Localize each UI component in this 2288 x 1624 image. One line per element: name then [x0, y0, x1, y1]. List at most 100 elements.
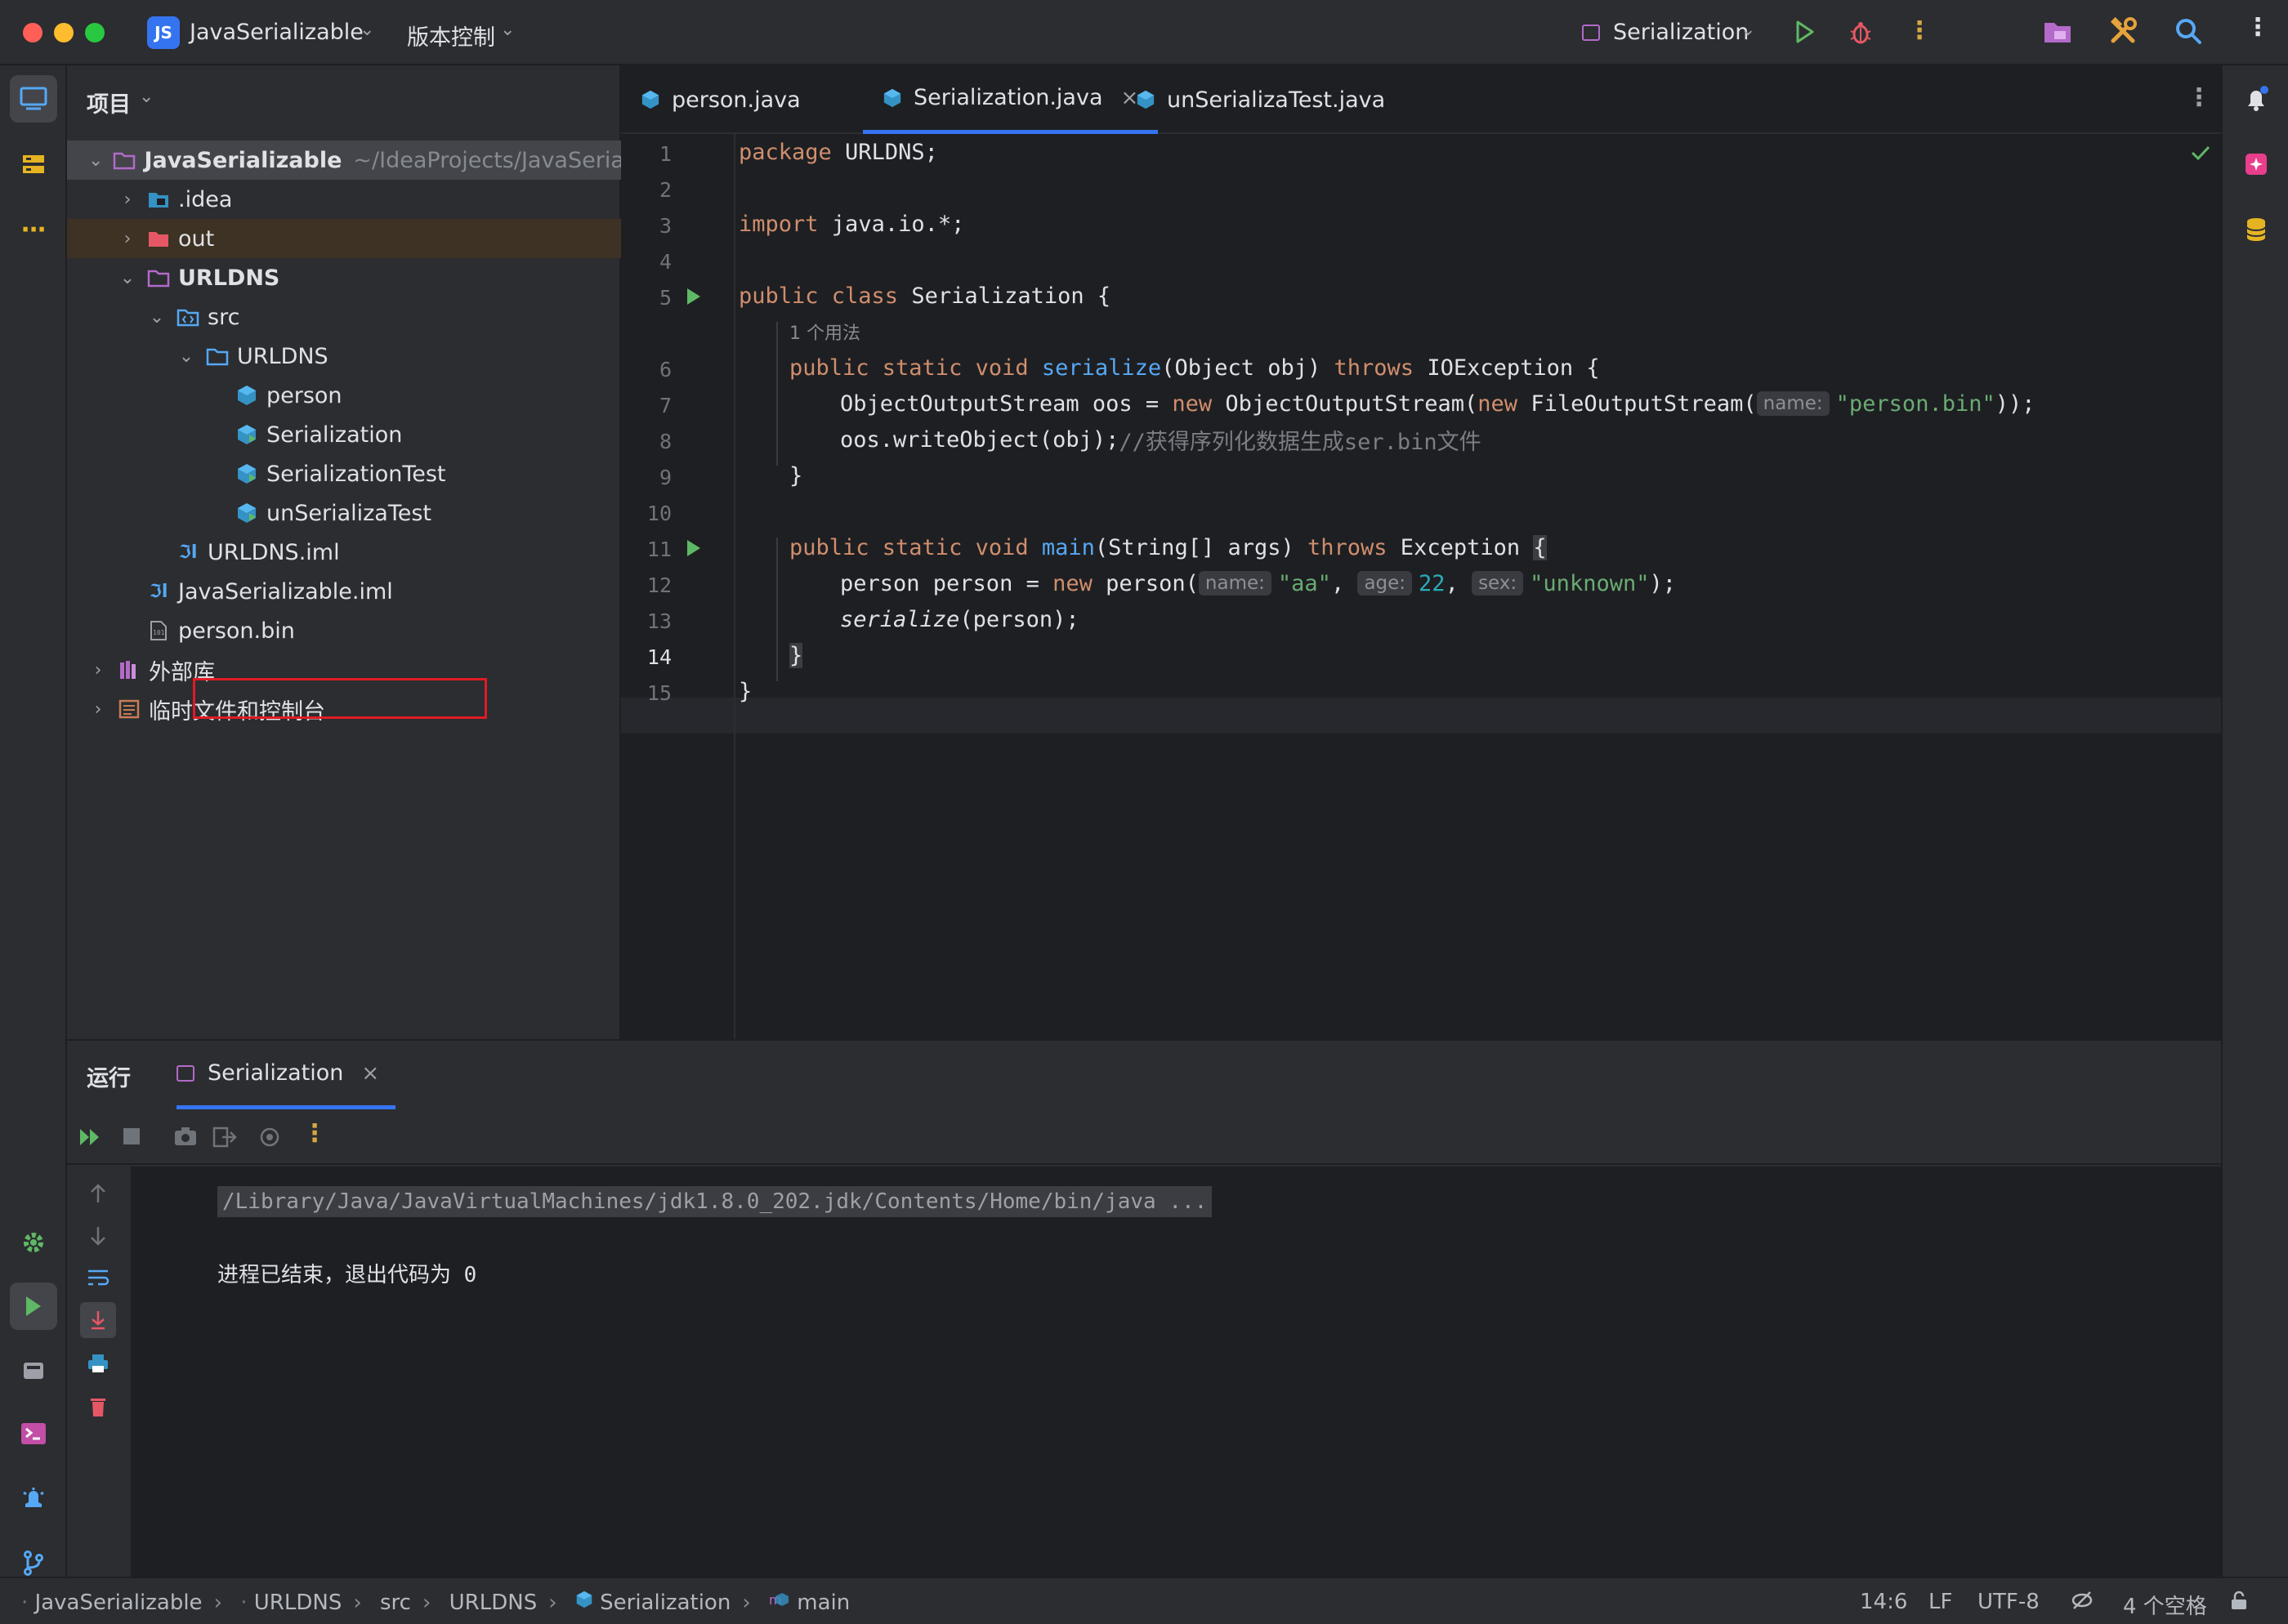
- window-minimize-button[interactable]: [54, 23, 74, 42]
- rerun-icon[interactable]: [78, 1126, 103, 1152]
- tree-item-person[interactable]: person: [67, 376, 621, 415]
- tree-item-out[interactable]: › out: [67, 219, 621, 258]
- tab-label: person.java: [672, 87, 801, 113]
- code-line-12: person person = new person(name: "aa", ag…: [840, 570, 1676, 596]
- debug-button[interactable]: [1848, 20, 1873, 49]
- exit-icon[interactable]: [212, 1126, 237, 1152]
- vcs-menu[interactable]: 版本控制: [407, 20, 495, 51]
- chevron-right-icon: ›: [353, 1591, 362, 1615]
- code-line-7: ObjectOutputStream oos = new ObjectOutpu…: [840, 390, 2036, 417]
- breadcrumb-item[interactable]: JavaSerializable: [35, 1591, 203, 1615]
- arrow-down-icon[interactable]: [88, 1225, 108, 1250]
- more-actions-icon[interactable]: ⋮: [2187, 83, 2211, 112]
- tree-item-urldns-module[interactable]: ⌄ URLDNS: [67, 258, 621, 297]
- run-button[interactable]: [1794, 20, 1816, 47]
- terminal-icon[interactable]: [10, 1410, 57, 1457]
- ai-assistant-icon[interactable]: [2232, 141, 2280, 188]
- breadcrumb-item[interactable]: URLDNS: [254, 1591, 342, 1615]
- run-tool-icon[interactable]: [10, 1283, 57, 1330]
- tree-item-javaserializable-iml[interactable]: ℑl JavaSerializable.iml: [67, 572, 621, 611]
- tree-item-src[interactable]: ⌄ src: [67, 297, 621, 337]
- more-actions-icon[interactable]: ⋮: [302, 1119, 327, 1148]
- tab-unserializatest-java[interactable]: unSerializaTest.java: [1136, 65, 1385, 134]
- chevron-right-icon[interactable]: ›: [118, 229, 137, 249]
- arrow-up-icon[interactable]: [88, 1183, 108, 1207]
- search-icon[interactable]: [2174, 16, 2203, 49]
- project-folder-icon[interactable]: [2043, 18, 2072, 47]
- tree-item-project-root[interactable]: ⌄ JavaSerializable ~/IdeaProjects/JavaSe…: [67, 141, 621, 180]
- indent-guide: [776, 538, 778, 681]
- close-icon[interactable]: ×: [361, 1061, 379, 1086]
- trash-icon[interactable]: [88, 1395, 108, 1421]
- line-separator[interactable]: LF: [1928, 1590, 1952, 1614]
- run-gutter-icon[interactable]: [685, 538, 703, 562]
- more-tools-icon[interactable]: ⋯: [10, 206, 57, 253]
- line-number: 13: [646, 609, 672, 633]
- stop-icon[interactable]: [121, 1126, 142, 1150]
- run-gutter-icon[interactable]: [685, 286, 703, 310]
- project-panel-title[interactable]: 项目: [87, 87, 131, 118]
- structure-icon[interactable]: [10, 141, 57, 188]
- chevron-down-icon[interactable]: ⌄: [1741, 20, 1755, 40]
- breadcrumb-item[interactable]: src: [380, 1591, 411, 1615]
- chevron-down-icon[interactable]: ⌄: [500, 20, 515, 40]
- file-encoding[interactable]: UTF-8: [1977, 1590, 2040, 1614]
- console-output[interactable]: /Library/Java/JavaVirtualMachines/jdk1.8…: [131, 1167, 2221, 1578]
- breadcrumb-item[interactable]: URLDNS: [449, 1591, 538, 1615]
- tree-item-serializationtest[interactable]: SerializationTest: [67, 454, 621, 493]
- tree-item-idea[interactable]: › .idea: [67, 180, 621, 219]
- caret-position[interactable]: 14:6: [1860, 1590, 1907, 1614]
- console-command-line[interactable]: /Library/Java/JavaVirtualMachines/jdk1.8…: [217, 1186, 1213, 1217]
- tree-item-person-bin[interactable]: 101 person.bin: [67, 611, 621, 650]
- chevron-down-icon[interactable]: ⌄: [88, 150, 103, 171]
- print-icon[interactable]: [87, 1353, 109, 1377]
- soft-wrap-icon[interactable]: [87, 1268, 109, 1291]
- camera-icon[interactable]: [173, 1126, 198, 1150]
- services-gear-icon[interactable]: [10, 1219, 57, 1266]
- database-icon[interactable]: [2232, 206, 2280, 253]
- scroll-to-end-icon[interactable]: [80, 1302, 116, 1338]
- run-tab-serialization[interactable]: Serialization ×: [177, 1041, 396, 1109]
- chevron-right-icon[interactable]: ›: [118, 190, 137, 210]
- no-inspection-icon[interactable]: [2071, 1590, 2094, 1617]
- chevron-right-icon[interactable]: ›: [88, 699, 108, 720]
- breadcrumb-item[interactable]: Serialization: [600, 1591, 731, 1615]
- tab-person-java[interactable]: person.java: [641, 65, 801, 134]
- chevron-down-icon[interactable]: ⌄: [139, 87, 154, 107]
- indent-setting[interactable]: 4 个空格: [2123, 1590, 2207, 1620]
- lock-icon[interactable]: [2229, 1590, 2249, 1617]
- project-view-icon[interactable]: [10, 75, 57, 123]
- tree-item-unserializatest[interactable]: unSerializaTest: [67, 493, 621, 533]
- window-close-button[interactable]: [23, 23, 42, 42]
- tab-serialization-java[interactable]: Serialization.java ×: [863, 65, 1159, 134]
- run-panel: 运行 Serialization × ⋮ /Library/Java/JavaV…: [67, 1039, 2221, 1578]
- line-number: 2: [659, 178, 672, 202]
- problems-icon[interactable]: [10, 1475, 57, 1523]
- build-icon[interactable]: [10, 1346, 57, 1394]
- chevron-down-icon[interactable]: ⌄: [118, 268, 137, 288]
- tree-item-urldns-package[interactable]: ⌄ URLDNS: [67, 337, 621, 376]
- tree-item-label: JavaSerializable: [144, 147, 342, 173]
- settings-icon[interactable]: [258, 1126, 281, 1152]
- project-selector[interactable]: JavaSerializable: [190, 20, 364, 45]
- code-editor[interactable]: package URLDNS; import java.io.*; public…: [739, 134, 2210, 1039]
- chevron-down-icon[interactable]: ⌄: [177, 346, 196, 367]
- tree-item-label: unSerializaTest: [266, 500, 432, 526]
- tree-item-urldns-iml[interactable]: ℑl URLDNS.iml: [67, 533, 621, 572]
- tools-icon[interactable]: [2108, 16, 2138, 49]
- code-line-13: serialize (person);: [840, 606, 1079, 632]
- module-dot-icon: ·: [21, 1591, 29, 1615]
- notifications-icon[interactable]: [2232, 75, 2280, 123]
- main-menu-icon[interactable]: ⋮: [2246, 13, 2270, 42]
- chevron-right-icon[interactable]: ›: [88, 660, 108, 680]
- run-config-selector[interactable]: Serialization: [1613, 20, 1749, 45]
- usage-hint[interactable]: 1 个用法: [789, 314, 860, 350]
- tree-item-label: Serialization: [266, 422, 403, 448]
- chevron-down-icon[interactable]: ⌄: [147, 307, 167, 328]
- more-actions-icon[interactable]: ⋮: [1907, 16, 1932, 45]
- window-maximize-button[interactable]: [85, 23, 105, 42]
- chevron-down-icon[interactable]: ⌄: [360, 20, 374, 40]
- breadcrumb-item[interactable]: main: [797, 1591, 850, 1615]
- tree-item-serialization[interactable]: Serialization: [67, 415, 621, 454]
- project-badge[interactable]: JS: [147, 16, 180, 49]
